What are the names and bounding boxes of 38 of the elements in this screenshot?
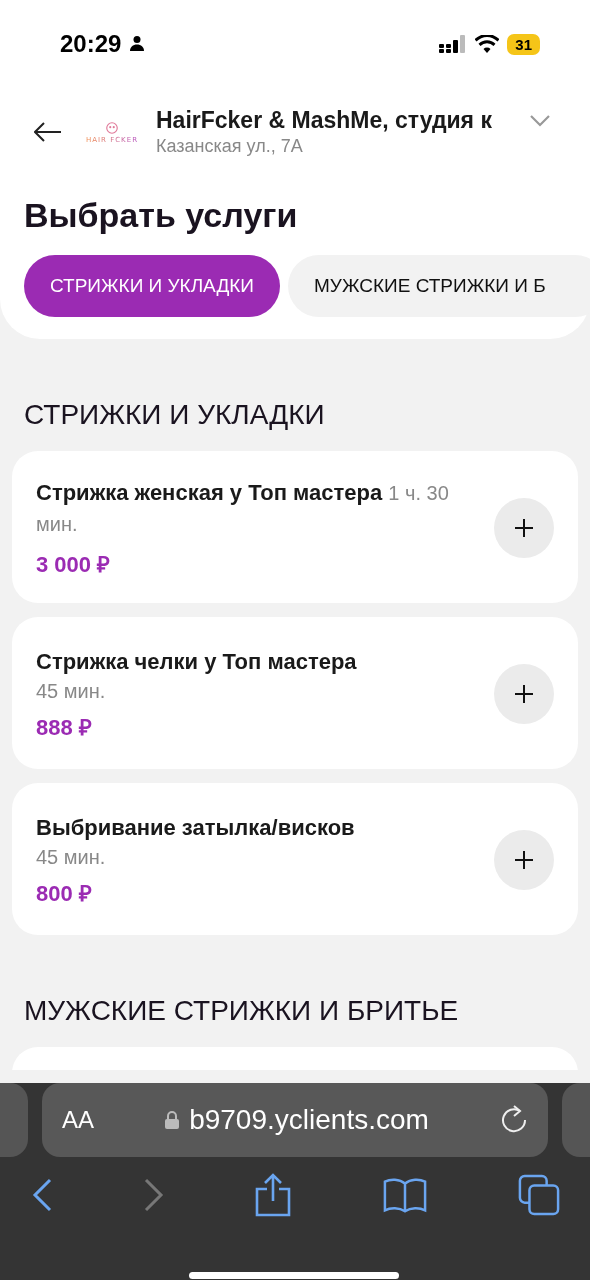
service-name: Стрижка челки у Топ мастера — [36, 648, 358, 677]
wifi-icon — [475, 35, 500, 53]
section-title: СТРИЖКИ И УКЛАДКИ — [24, 399, 326, 431]
chevron-down-icon[interactable] — [530, 115, 550, 127]
url-text: b9709.yclients.com — [189, 1104, 429, 1136]
book-icon[interactable] — [382, 1177, 427, 1213]
salon-title[interactable]: HairFcker & MashMe, студия к — [156, 107, 526, 134]
service-price: 888 ₽ — [36, 713, 93, 741]
person-icon — [129, 35, 146, 51]
service-price: 800 ₽ — [36, 879, 93, 907]
plus-icon — [514, 518, 534, 538]
battery-indicator: 31 — [507, 33, 540, 55]
salon-address: Казанская ул., 7А — [156, 136, 304, 157]
text-size-button[interactable]: AA — [62, 1106, 94, 1134]
lock-icon — [165, 1111, 180, 1129]
service-card[interactable]: Стрижка челки у Топ мастера 45 мин. 888 ₽ — [12, 617, 578, 769]
category-tab[interactable]: СТРИЖКИ И УКЛАДКИ — [24, 255, 280, 317]
status-time: 20:29 — [60, 30, 122, 58]
logo-icon — [105, 120, 119, 135]
service-duration: 45 мин. — [36, 679, 107, 703]
service-card[interactable]: Стрижка женская у Топ мастера 1 ч. 30 мин. 3 000 ₽ — [12, 451, 578, 603]
service-price: 3 000 ₽ — [36, 550, 112, 578]
service-name: Выбривание затылка/висков — [36, 814, 356, 843]
back-icon[interactable] — [32, 1178, 52, 1212]
service-card[interactable]: Выбривание затылка/висков 45 мин. 800 ₽ — [12, 783, 578, 935]
share-icon[interactable] — [255, 1173, 291, 1217]
service-name: Стрижка женская у Топ мастера 1 ч. 30 мин. — [36, 479, 450, 537]
back-arrow-icon[interactable] — [34, 122, 62, 142]
reload-icon[interactable] — [500, 1105, 528, 1135]
service-duration: 45 мин. — [36, 845, 107, 869]
category-tab[interactable]: МУЖСКИЕ СТРИЖКИ И Б — [288, 255, 590, 317]
section-title: МУЖСКИЕ СТРИЖКИ И БРИТЬЕ — [24, 995, 460, 1027]
plus-icon — [514, 684, 534, 704]
plus-icon — [514, 850, 534, 870]
tabs-icon[interactable] — [518, 1174, 560, 1216]
page-title: Выбрать услуги — [24, 196, 299, 235]
signal-icon — [439, 35, 468, 53]
address-bar[interactable]: AA b9709.yclients.com — [42, 1083, 548, 1157]
